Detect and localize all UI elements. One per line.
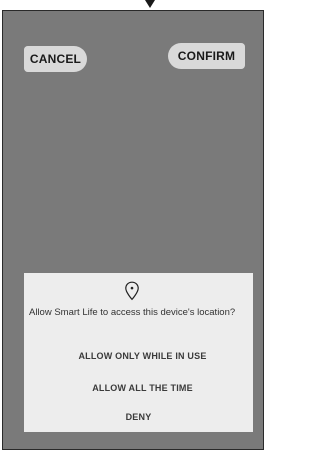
allow-while-in-use-option[interactable]: ALLOW ONLY WHILE IN USE xyxy=(28,351,257,361)
location-pin-icon xyxy=(125,281,139,301)
allow-all-the-time-option[interactable]: ALLOW ALL THE TIME xyxy=(28,383,257,393)
confirm-button[interactable]: CONFIRM xyxy=(168,43,245,69)
cancel-button[interactable]: CANCEL xyxy=(24,46,87,72)
phone-screen: CANCEL CONFIRM Allow Smart Life to acces… xyxy=(2,10,264,450)
status-notch-indicator xyxy=(145,0,155,8)
location-permission-dialog: Allow Smart Life to access this device's… xyxy=(24,273,253,432)
dialog-message: Allow Smart Life to access this device's… xyxy=(29,307,236,318)
deny-option[interactable]: DENY xyxy=(24,412,253,422)
